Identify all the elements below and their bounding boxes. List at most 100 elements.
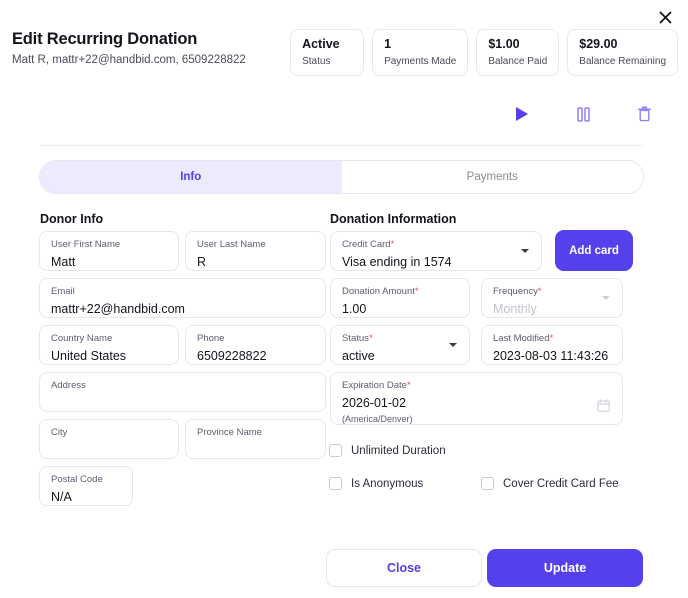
frequency-select[interactable]: Frequency* Monthly (481, 278, 623, 318)
timezone-label: (America/Denver) (342, 413, 413, 424)
pause-button[interactable] (573, 104, 593, 124)
required-asterisk: * (368, 333, 373, 344)
user-first-name-field[interactable]: User First Name Matt (39, 231, 179, 271)
field-label-text: Last Modified (493, 333, 550, 344)
field-label: Credit Card* (342, 239, 530, 250)
field-value: Monthly (493, 302, 537, 317)
stat-label: Balance Remaining (579, 55, 666, 67)
update-button[interactable]: Update (487, 549, 643, 587)
field-label: Donation Amount* (342, 286, 458, 297)
last-modified-field[interactable]: Last Modified* 2023-08-03 11:43:26 (481, 325, 623, 365)
field-value: United States (51, 349, 127, 364)
city-field[interactable]: City (39, 419, 179, 459)
resume-button[interactable] (512, 104, 532, 124)
chevron-down-icon (602, 296, 610, 300)
action-toolbar (512, 104, 654, 124)
field-label: Country Name (51, 333, 113, 344)
stat-card-status: Active Status (290, 29, 365, 76)
field-value: 1.00 (342, 302, 367, 317)
tab-bar: Info Payments (39, 160, 644, 194)
field-label: City (51, 427, 68, 438)
stat-card-balance-remaining: $29.00 Balance Remaining (567, 29, 678, 76)
stat-card-balance-paid: $1.00 Balance Paid (476, 29, 560, 76)
page-subtitle: Matt R, mattr+22@handbid.com, 6509228822 (12, 54, 246, 66)
field-label: Province Name (197, 427, 262, 438)
field-label-text: Status (342, 333, 369, 344)
stat-label: Status (302, 55, 331, 67)
stat-value: $1.00 (488, 37, 520, 51)
required-asterisk: * (390, 239, 395, 250)
field-label: Expiration Date* (342, 380, 611, 391)
country-name-field[interactable]: Country Name United States (39, 325, 179, 365)
field-value: 6509228822 (197, 349, 267, 364)
header-divider (40, 145, 644, 146)
trash-icon (637, 106, 651, 122)
postal-code-field[interactable]: Postal Code N/A (39, 466, 133, 506)
field-value: active (342, 349, 375, 364)
field-label: Status* (342, 333, 458, 344)
chevron-down-icon (449, 343, 457, 347)
calendar-icon-wrapper[interactable] (597, 399, 610, 417)
tab-payments[interactable]: Payments (341, 161, 643, 193)
field-label: Last Modified* (493, 333, 611, 344)
tab-info[interactable]: Info (40, 161, 342, 193)
stat-value: $29.00 (579, 37, 618, 51)
field-value: N/A (51, 490, 72, 505)
close-x-icon (659, 11, 671, 23)
field-label: Address (51, 380, 86, 391)
title-block: Edit Recurring Donation Matt R, mattr+22… (12, 28, 246, 66)
field-value: Matt (51, 255, 76, 270)
add-card-button[interactable]: Add card (555, 230, 633, 271)
field-value: 2023-08-03 11:43:26 (493, 349, 609, 364)
stat-card-payments-made: 1 Payments Made (372, 29, 469, 76)
field-value: 2026-01-02 (342, 396, 406, 411)
field-label: Postal Code (51, 474, 103, 485)
stat-value: 1 (384, 37, 392, 51)
donor-info-heading: Donor Info (40, 212, 104, 226)
field-label-text: Credit Card (342, 239, 391, 250)
checkbox-label: Is Anonymous (351, 477, 424, 490)
donation-amount-field[interactable]: Donation Amount* 1.00 (330, 278, 470, 318)
delete-button[interactable] (634, 104, 654, 124)
field-label-text: Frequency (493, 286, 538, 297)
field-value: R (197, 255, 207, 270)
checkbox-label: Cover Credit Card Fee (503, 477, 619, 490)
user-last-name-field[interactable]: User Last Name R (185, 231, 326, 271)
field-label: User Last Name (197, 239, 266, 250)
close-dialog-button[interactable] (652, 4, 678, 30)
expiration-date-field[interactable]: Expiration Date* 2026-01-02 (America/Den… (330, 372, 623, 425)
checkbox-icon[interactable] (329, 477, 342, 490)
status-select[interactable]: Status* active (330, 325, 470, 365)
field-value: mattr+22@handbid.com (51, 302, 185, 317)
is-anonymous-checkbox-row[interactable]: Is Anonymous (329, 477, 423, 490)
field-value: Visa ending in 1574 (342, 255, 452, 270)
credit-card-select[interactable]: Credit Card* Visa ending in 1574 (330, 231, 542, 271)
calendar-icon (597, 399, 610, 412)
donation-information-heading: Donation Information (330, 212, 457, 226)
phone-field[interactable]: Phone 6509228822 (185, 325, 326, 365)
checkbox-label: Unlimited Duration (351, 444, 446, 457)
unlimited-duration-checkbox-row[interactable]: Unlimited Duration (329, 444, 446, 457)
required-asterisk: * (414, 286, 419, 297)
field-label: Phone (197, 333, 225, 344)
play-icon (516, 107, 528, 121)
required-asterisk: * (537, 286, 542, 297)
page-title: Edit Recurring Donation (12, 30, 198, 48)
stat-label: Payments Made (384, 55, 457, 67)
field-label: User First Name (51, 239, 121, 250)
chevron-down-icon (521, 249, 529, 253)
dialog-header: Edit Recurring Donation Matt R, mattr+22… (12, 28, 678, 78)
field-label: Email (51, 286, 75, 297)
checkbox-icon[interactable] (329, 444, 342, 457)
province-name-field[interactable]: Province Name (185, 419, 326, 459)
address-field[interactable]: Address (39, 372, 326, 412)
stat-cards: Active Status 1 Payments Made $1.00 Bala… (290, 28, 678, 76)
required-asterisk: * (549, 333, 554, 344)
email-field[interactable]: Email mattr+22@handbid.com (39, 278, 326, 318)
cover-credit-card-fee-checkbox-row[interactable]: Cover Credit Card Fee (481, 477, 619, 490)
checkbox-icon[interactable] (481, 477, 494, 490)
stat-label: Balance Paid (488, 55, 548, 67)
close-button[interactable]: Close (326, 549, 482, 587)
field-label-text: Expiration Date (342, 380, 407, 391)
pause-icon (576, 106, 590, 122)
